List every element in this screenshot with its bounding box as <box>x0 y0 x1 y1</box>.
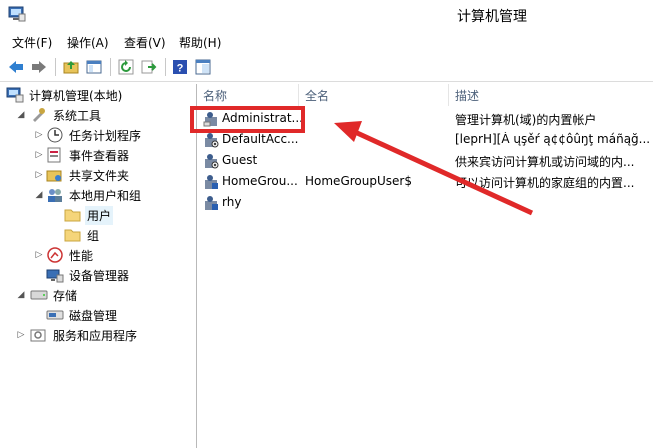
column-header-fullname[interactable]: 全名 <box>299 84 449 106</box>
toolbar-separator <box>110 58 111 76</box>
table-row[interactable]: HomeGrou... HomeGroupUser$ 可以访问计算机的家庭组的内… <box>197 172 653 192</box>
tree-item-task-scheduler[interactable]: ▷ 任务计划程序 <box>34 125 143 145</box>
tree-label-shared-folders: 共享文件夹 <box>69 168 130 183</box>
clock-icon <box>47 127 63 143</box>
cell-description: [leprH][À ųşěŕ ą¢¢ôûŋţ máñąğ... <box>455 132 651 146</box>
tree-item-performance[interactable]: ▷ 性能 <box>34 245 95 265</box>
title-bar: 计算机管理 <box>0 0 653 30</box>
toolbar: ? <box>0 53 653 82</box>
navigation-tree: 计算机管理(本地) ◢ 系统工具 ▷ 任务计划程序 ▷ 事件查看器 ▷ 共享文件… <box>0 84 197 448</box>
tree-label-storage: 存储 <box>53 288 78 303</box>
cell-description: 供来宾访问计算机或访问域的内... <box>455 155 635 169</box>
help-icon: ? <box>173 60 187 75</box>
tree-label-performance: 性能 <box>69 248 94 263</box>
performance-icon <box>47 247 63 263</box>
tree-item-users[interactable]: 用户 <box>64 205 114 225</box>
table-row[interactable]: rhy <box>197 193 653 213</box>
storage-icon <box>30 290 48 300</box>
refresh-icon <box>118 59 134 75</box>
menu-help[interactable]: 帮助(H) <box>177 34 223 51</box>
computer-management-icon <box>6 87 24 103</box>
shared-folder-icon <box>46 170 62 182</box>
user-icon <box>205 175 218 189</box>
tree-label-system-tools: 系统工具 <box>53 108 102 123</box>
expand-arrow-icon[interactable]: ▷ <box>16 330 26 340</box>
tree-item-local-users-groups[interactable]: ◢ 本地用户和组 <box>34 185 143 205</box>
cell-description: 管理计算机(域)的内置帐户 <box>455 113 597 127</box>
tree-item-shared-folders[interactable]: ▷ 共享文件夹 <box>34 165 131 185</box>
tree-item-root[interactable]: 计算机管理(本地) <box>6 85 124 105</box>
services-icon <box>30 329 46 342</box>
tree-label-services-apps: 服务和应用程序 <box>53 328 138 343</box>
tree-label-users: 用户 <box>85 205 114 225</box>
user-icon <box>205 154 219 169</box>
export-button[interactable] <box>139 57 159 77</box>
users-list: 名称 全名 描述 Administrat... 管理计算机(域)的内置帐户 De… <box>197 84 653 448</box>
up-folder-button[interactable] <box>61 57 81 77</box>
tree-item-groups[interactable]: 组 <box>64 225 101 245</box>
tools-icon <box>33 108 45 122</box>
tree-label-event-viewer: 事件查看器 <box>69 148 130 163</box>
cell-name: rhy <box>222 195 242 209</box>
tree-label-disk-management: 磁盘管理 <box>69 308 118 323</box>
folder-icon <box>64 229 81 242</box>
show-hide-tree-icon <box>86 60 102 74</box>
column-header-name[interactable]: 名称 <box>197 84 299 106</box>
properties-button[interactable] <box>193 57 213 77</box>
collapse-arrow-icon[interactable]: ◢ <box>16 290 26 300</box>
annotation-highlight-box <box>190 106 305 133</box>
tree-label-groups: 组 <box>87 228 100 243</box>
forward-button[interactable] <box>29 57 49 77</box>
disk-management-icon <box>46 310 64 320</box>
tree-label-device-manager: 设备管理器 <box>69 268 130 283</box>
cell-name: Guest <box>222 153 258 167</box>
table-row[interactable]: DefaultAcc... [leprH][À ųşěŕ ą¢¢ôûŋţ máñ… <box>197 130 653 150</box>
refresh-button[interactable] <box>116 57 136 77</box>
menu-action[interactable]: 操作(A) <box>65 34 111 51</box>
tree-item-event-viewer[interactable]: ▷ 事件查看器 <box>34 145 131 165</box>
toolbar-separator <box>165 58 166 76</box>
collapse-arrow-icon[interactable]: ◢ <box>34 190 44 200</box>
toolbar-separator <box>55 58 56 76</box>
tree-item-device-manager[interactable]: 设备管理器 <box>46 265 131 285</box>
show-hide-tree-button[interactable] <box>84 57 104 77</box>
svg-text:?: ? <box>177 63 184 75</box>
up-folder-icon <box>63 61 79 74</box>
tree-label-local-users-groups: 本地用户和组 <box>69 188 142 203</box>
menu-bar: 文件(F) 操作(A) 查看(V) 帮助(H) <box>0 31 653 51</box>
user-icon <box>205 133 219 148</box>
tree-item-storage[interactable]: ◢ 存储 <box>16 285 79 305</box>
tree-label-root: 计算机管理(本地) <box>29 88 123 103</box>
users-group-icon <box>48 189 62 202</box>
window-title: 计算机管理 <box>457 9 527 25</box>
menu-file[interactable]: 文件(F) <box>10 34 54 51</box>
collapse-arrow-icon[interactable]: ◢ <box>16 110 26 120</box>
expand-arrow-icon[interactable]: ▷ <box>34 150 44 160</box>
device-manager-icon <box>46 269 64 283</box>
cell-name: HomeGrou... <box>222 174 298 188</box>
help-button[interactable]: ? <box>170 57 190 77</box>
forward-icon <box>32 61 46 73</box>
tree-item-services-apps[interactable]: ▷ 服务和应用程序 <box>16 325 139 345</box>
cell-name: DefaultAcc... <box>222 132 299 146</box>
export-icon <box>141 60 157 74</box>
menu-view[interactable]: 查看(V) <box>122 34 168 51</box>
properties-icon <box>195 59 211 75</box>
computer-management-icon <box>8 6 26 22</box>
cell-fullname: HomeGroupUser$ <box>305 174 412 188</box>
cell-description: 可以访问计算机的家庭组的内置... <box>455 176 635 190</box>
expand-arrow-icon[interactable]: ▷ <box>34 130 44 140</box>
expand-arrow-icon[interactable]: ▷ <box>34 250 44 260</box>
tree-label-task-scheduler: 任务计划程序 <box>69 128 142 143</box>
table-row[interactable]: Guest 供来宾访问计算机或访问域的内... <box>197 151 653 171</box>
tree-item-disk-management[interactable]: 磁盘管理 <box>46 305 119 325</box>
column-header-description[interactable]: 描述 <box>449 84 653 106</box>
folder-icon <box>64 209 81 222</box>
tree-item-system-tools[interactable]: ◢ 系统工具 <box>16 105 103 125</box>
back-icon <box>9 61 23 73</box>
back-button[interactable] <box>6 57 26 77</box>
event-viewer-icon <box>47 147 61 163</box>
user-icon <box>205 196 218 210</box>
expand-arrow-icon[interactable]: ▷ <box>34 170 44 180</box>
